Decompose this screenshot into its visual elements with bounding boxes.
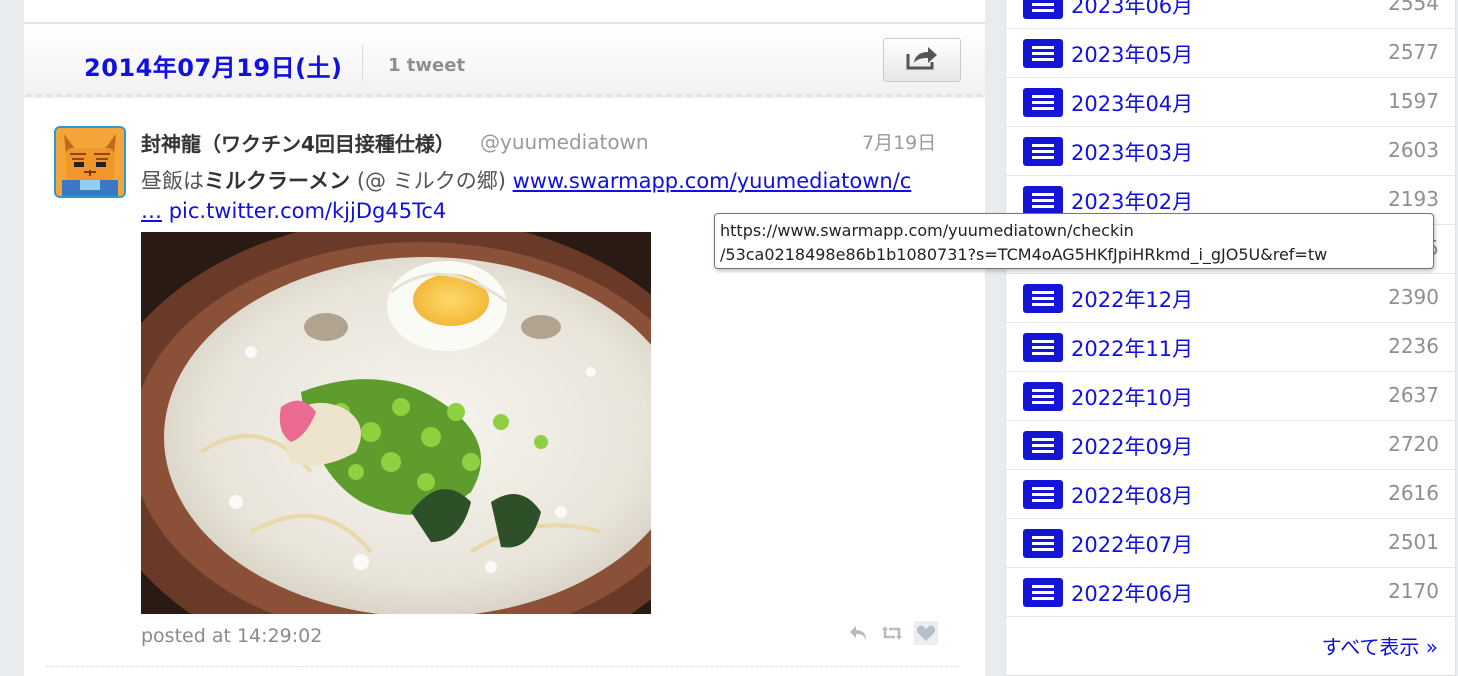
- retweet-icon[interactable]: [880, 621, 904, 645]
- text-bold: ミルクラーメン: [204, 169, 351, 193]
- menu-icon[interactable]: [1023, 0, 1063, 19]
- day-header: 2014年07月19日(土) 1 tweet: [24, 26, 985, 102]
- share-icon: [905, 45, 939, 75]
- month-count: 2236: [1388, 334, 1439, 358]
- tweet-date[interactable]: 7月19日: [862, 128, 936, 155]
- menu-icon[interactable]: [1023, 480, 1063, 509]
- tooltip-line-1: https://www.swarmapp.com/yuumediatown/ch…: [720, 221, 1134, 240]
- archive-sidebar: 2023年06月 2554 2023年05月 2577 2023年04月 1597 2023…: [1005, 0, 1457, 676]
- menu-icon[interactable]: [1023, 186, 1063, 215]
- month-row[interactable]: 2022年07月 2501: [1006, 519, 1457, 568]
- menu-icon[interactable]: [1023, 431, 1063, 460]
- month-count: 2577: [1388, 40, 1439, 64]
- month-count: 2554: [1388, 0, 1439, 15]
- text-mid: (@ ミルクの郷): [350, 169, 513, 193]
- reply-icon[interactable]: [846, 621, 870, 645]
- tooltip-line-2: /53ca0218498e86b1b1080731?s=TCM4oAG5HKfJ…: [720, 245, 1328, 264]
- menu-icon[interactable]: [1023, 284, 1063, 313]
- month-label[interactable]: 2022年11月: [1071, 333, 1193, 363]
- month-label[interactable]: 2022年10月: [1071, 382, 1193, 412]
- tweet-actions: [846, 621, 938, 645]
- month-count: 2170: [1388, 579, 1439, 603]
- month-row[interactable]: 2023年03月 2603: [1006, 127, 1457, 176]
- menu-icon[interactable]: [1023, 382, 1063, 411]
- menu-icon[interactable]: [1023, 88, 1063, 117]
- author-handle[interactable]: @yuumediatown: [480, 130, 649, 154]
- month-count: 2390: [1388, 285, 1439, 309]
- month-label[interactable]: 2023年05月: [1071, 39, 1193, 69]
- month-count: 2501: [1388, 530, 1439, 554]
- month-count: 2603: [1388, 138, 1439, 162]
- month-label[interactable]: 2023年04月: [1071, 88, 1193, 118]
- month-row[interactable]: 2023年06月 2554: [1006, 0, 1457, 29]
- text-prefix: 昼飯は: [141, 169, 204, 193]
- menu-icon[interactable]: [1023, 529, 1063, 558]
- month-row[interactable]: 2022年12月 2390: [1006, 274, 1457, 323]
- month-count: 1597: [1388, 89, 1439, 113]
- tweet-photo[interactable]: [141, 232, 651, 614]
- month-count: 2637: [1388, 383, 1439, 407]
- month-count: 2193: [1388, 187, 1439, 211]
- show-all-link[interactable]: すべて表示 »: [1322, 631, 1438, 660]
- month-row[interactable]: 2023年05月 2577: [1006, 29, 1457, 78]
- tweet-divider: [46, 666, 958, 667]
- month-label[interactable]: 2022年07月: [1071, 529, 1193, 559]
- pic-link[interactable]: pic.twitter.com/kjjDg45Tc4: [169, 199, 447, 223]
- month-label[interactable]: 2022年06月: [1071, 578, 1193, 608]
- day-title[interactable]: 2014年07月19日(土): [84, 48, 343, 83]
- header-divider: [362, 44, 363, 82]
- month-row[interactable]: 2023年04月 1597: [1006, 78, 1457, 127]
- previous-entry-bottom: [24, 0, 985, 24]
- menu-icon[interactable]: [1023, 137, 1063, 166]
- month-row[interactable]: 2022年09月 2720: [1006, 421, 1457, 470]
- heart-icon[interactable]: [914, 621, 938, 645]
- menu-icon[interactable]: [1023, 39, 1063, 68]
- month-label[interactable]: 2022年12月: [1071, 284, 1193, 314]
- month-row[interactable]: 2022年11月 2236: [1006, 323, 1457, 372]
- menu-icon[interactable]: [1023, 333, 1063, 362]
- menu-icon[interactable]: [1023, 578, 1063, 607]
- month-row[interactable]: 2022年08月 2616: [1006, 470, 1457, 519]
- author-name[interactable]: 封神龍（ワクチン4回目接種仕様）: [141, 128, 455, 157]
- ellipsis-link[interactable]: …: [141, 199, 162, 223]
- month-label[interactable]: 2022年09月: [1071, 431, 1193, 461]
- link-tooltip: https://www.swarmapp.com/yuumediatown/ch…: [714, 213, 1434, 269]
- avatar[interactable]: [54, 126, 126, 198]
- month-label[interactable]: 2022年08月: [1071, 480, 1193, 510]
- posted-at: posted at 14:29:02: [141, 625, 323, 647]
- month-label[interactable]: 2023年03月: [1071, 137, 1193, 167]
- month-row[interactable]: 2022年06月 2170: [1006, 568, 1457, 617]
- month-label[interactable]: 2023年02月: [1071, 186, 1193, 216]
- month-row[interactable]: 2022年10月 2637: [1006, 372, 1457, 421]
- month-count: 2720: [1388, 432, 1439, 456]
- month-label[interactable]: 2023年06月: [1071, 0, 1193, 20]
- share-button[interactable]: [883, 38, 961, 82]
- month-count: 2616: [1388, 481, 1439, 505]
- tweet-count: 1 tweet: [388, 55, 466, 76]
- tweet: 封神龍（ワクチン4回目接種仕様） @yuumediatown 7月19日 昼飯は…: [24, 100, 985, 676]
- main-column: 2014年07月19日(土) 1 tweet 封神龍（ワクチン4回目接種仕様） …: [24, 0, 985, 676]
- checkin-link[interactable]: www.swarmapp.com/yuumediatown/c: [513, 169, 912, 193]
